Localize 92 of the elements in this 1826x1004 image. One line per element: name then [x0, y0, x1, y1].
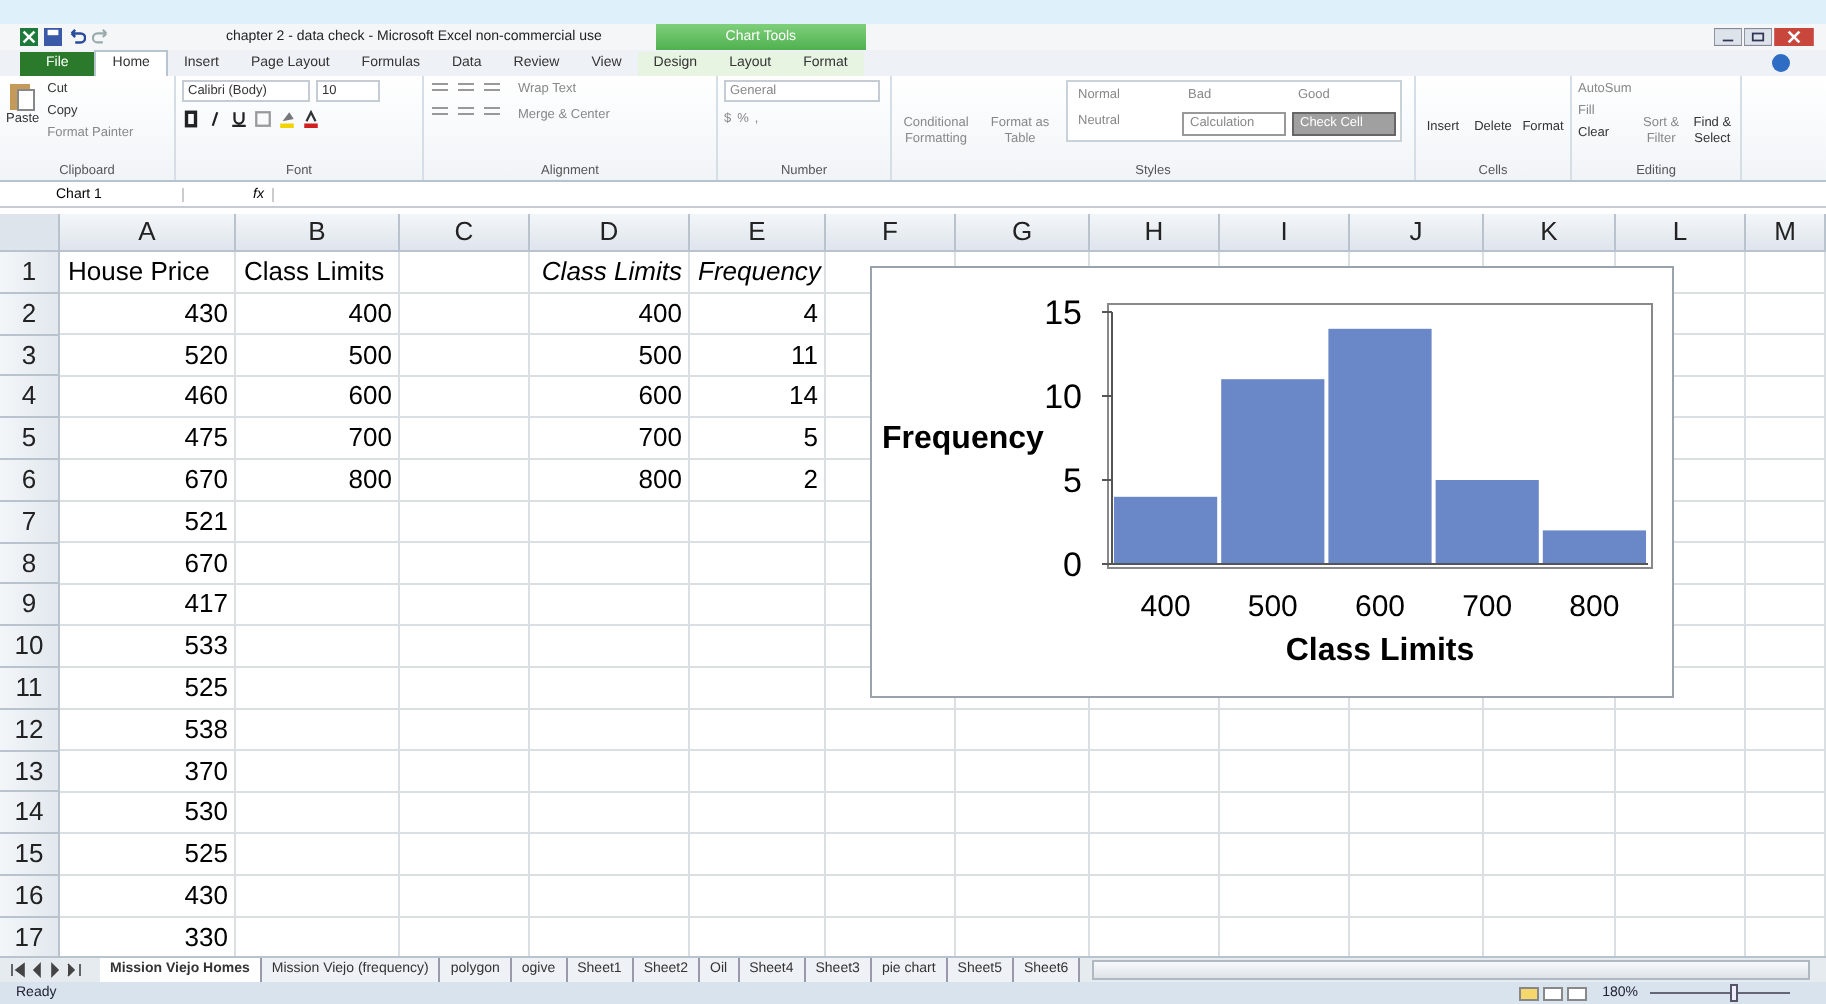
row-header[interactable]: 5	[0, 418, 60, 460]
chart-area[interactable]: 0 5 10 15 400 500 600 700 800 Class Limits Frequency	[870, 266, 1674, 698]
table-cell-text: 400	[636, 295, 684, 332]
undo-icon[interactable]	[68, 28, 86, 46]
table-cell-text: 430	[182, 877, 230, 914]
fill-color-icon[interactable]	[278, 110, 296, 128]
table-cell-text: 500	[636, 337, 684, 374]
table-cell-text: 525	[182, 836, 230, 873]
row-header[interactable]: 14	[0, 792, 60, 835]
axis-tick-label: 800	[1569, 590, 1620, 624]
table-cell-text: 600	[636, 378, 684, 415]
row-header[interactable]: 13	[0, 751, 60, 793]
histogram-bar	[1114, 496, 1218, 564]
row-header[interactable]: 11	[0, 667, 60, 710]
column-header[interactable]: F	[826, 214, 956, 252]
column-header[interactable]: M	[1746, 214, 1826, 252]
table-cell-text: 700	[346, 420, 394, 457]
table-cell-text: 800	[636, 461, 684, 498]
axis-title: Class Limits	[1285, 634, 1475, 668]
italic-icon[interactable]	[206, 110, 224, 128]
axis-tick-label: 400	[1140, 590, 1191, 624]
axis-tick-label: 600	[1354, 590, 1406, 624]
column-header[interactable]: B	[236, 214, 400, 252]
row-header[interactable]: 15	[0, 834, 60, 876]
zoom-slider-thumb[interactable]	[1730, 984, 1738, 1002]
table-cell-text: 600	[346, 378, 394, 415]
restore-icon[interactable]	[1744, 28, 1772, 46]
table-cell-text: Frequency	[696, 254, 824, 290]
axis-tick-label: 15	[1044, 294, 1082, 332]
borders-icon[interactable]	[254, 110, 272, 128]
column-header[interactable]: L	[1616, 214, 1746, 252]
table-cell-text: 417	[182, 586, 230, 623]
table-cell-text: 521	[182, 503, 230, 540]
column-header[interactable]: H	[1090, 214, 1220, 252]
table-cell-text: 800	[346, 461, 394, 498]
save-icon[interactable]	[44, 28, 62, 46]
table-cell-text: 330	[182, 919, 230, 956]
row-header[interactable]: 1	[0, 252, 60, 294]
table-cell-text: 400	[346, 295, 394, 332]
axis-tick-label: 500	[1247, 590, 1298, 624]
table-cell-text: 430	[182, 295, 230, 332]
row-header[interactable]: 12	[0, 709, 60, 752]
table-cell-text: 14	[787, 378, 820, 415]
table-cell-text: House Price	[66, 254, 212, 290]
table-cell-text: 370	[182, 753, 230, 790]
row-header[interactable]: 10	[0, 626, 60, 668]
table-cell-text: 530	[182, 794, 230, 831]
table-cell-text: 475	[182, 420, 230, 457]
column-header[interactable]: K	[1484, 214, 1616, 252]
close-icon[interactable]	[1774, 28, 1814, 46]
axis-tick-label: 0	[1063, 546, 1082, 584]
column-header[interactable]: D	[530, 214, 690, 252]
column-header[interactable]: J	[1350, 214, 1484, 252]
column-header[interactable]: E	[690, 214, 826, 252]
font-color-icon[interactable]	[302, 110, 320, 128]
column-header[interactable]: A	[60, 214, 236, 252]
underline-icon[interactable]	[230, 110, 248, 128]
row-header[interactable]: 17	[0, 917, 60, 956]
row-header[interactable]: 9	[0, 584, 60, 627]
column-header[interactable]: C	[400, 214, 530, 252]
histogram-bar	[1435, 480, 1539, 564]
table-cell-text: 670	[182, 545, 230, 582]
table-cell-text: 2	[801, 461, 820, 498]
table-cell-text: Class Limits	[539, 254, 684, 290]
row-header[interactable]: 8	[0, 543, 60, 585]
table-cell-text: Class Limits	[242, 254, 387, 290]
row-header[interactable]: 16	[0, 875, 60, 918]
row-header[interactable]: 4	[0, 376, 60, 419]
histogram-bar	[1542, 530, 1646, 564]
table-cell-text: 11	[789, 337, 820, 374]
axis-tick-label: 5	[1063, 462, 1082, 500]
table-cell-text: 538	[182, 711, 230, 748]
table-cell-text: 525	[182, 669, 230, 706]
row-header[interactable]: 3	[0, 335, 60, 377]
column-header[interactable]: G	[956, 214, 1090, 252]
table-cell-text: 670	[182, 461, 230, 498]
axis-tick-label: 700	[1462, 590, 1513, 624]
horizontal-scrollbar[interactable]	[1092, 960, 1810, 980]
table-cell-text: 460	[182, 378, 230, 415]
table-cell-text: 4	[801, 295, 820, 332]
row-header[interactable]: 6	[0, 459, 60, 502]
table-cell-text: 5	[801, 420, 820, 457]
axis-tick-label: 10	[1044, 378, 1082, 416]
axis-title: Frequency	[882, 422, 1044, 456]
row-header[interactable]: 2	[0, 293, 60, 336]
row-header[interactable]: 7	[0, 501, 60, 544]
table-cell-text: 520	[182, 337, 230, 374]
table-cell-text: 500	[346, 337, 394, 374]
table-cell-text: 533	[182, 628, 230, 665]
view-buttons-icon[interactable]	[1518, 985, 1591, 1001]
column-header[interactable]: I	[1220, 214, 1350, 252]
table-cell-text: 700	[636, 420, 684, 457]
